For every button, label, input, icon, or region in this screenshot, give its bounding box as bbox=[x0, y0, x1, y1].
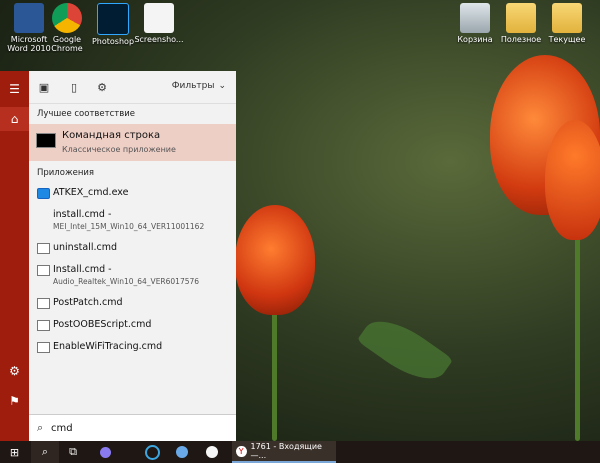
apps-heading: Приложения bbox=[37, 168, 95, 178]
taskbar-search-button[interactable]: ⌕ bbox=[31, 441, 59, 463]
recycle-bin-icon bbox=[460, 3, 490, 33]
best-match-title: Командная строка bbox=[62, 130, 161, 141]
search-box: ⌕ bbox=[29, 414, 236, 442]
list-item[interactable]: PostPatch.cmd bbox=[37, 297, 233, 315]
list-item[interactable]: Install.cmd - Audio_Realtek_Win10_64_VER… bbox=[37, 264, 233, 290]
script-file-icon bbox=[37, 320, 50, 331]
chrome-icon bbox=[52, 3, 82, 33]
tulip-stem bbox=[272, 300, 277, 441]
list-item[interactable]: PostOOBEScript.cmd bbox=[37, 319, 233, 337]
taskbar-app-button[interactable] bbox=[200, 441, 224, 463]
app-icon bbox=[144, 444, 160, 460]
search-results-panel: ▣ ▯ ⚙ Фильтры ⌄ Лучшее соответствие Кома… bbox=[29, 71, 236, 442]
taskbar-mail-window[interactable]: Y 1761 - Входящие —... bbox=[232, 441, 336, 463]
best-match-subtitle: Классическое приложение bbox=[62, 145, 176, 154]
tulip-flower bbox=[235, 205, 315, 315]
filters-dropdown[interactable]: Фильтры ⌄ bbox=[172, 81, 226, 91]
folder-icon bbox=[506, 3, 536, 33]
tulip-leaf bbox=[356, 307, 454, 393]
script-file-icon bbox=[37, 243, 50, 254]
document-icon: ▯ bbox=[70, 80, 78, 94]
gear-icon: ⚙ bbox=[97, 80, 107, 94]
list-item[interactable]: ATKEX_cmd.exe bbox=[37, 187, 233, 205]
apps-filter-button[interactable]: ▣ bbox=[37, 80, 51, 94]
cortana-button[interactable] bbox=[92, 441, 118, 463]
script-file-icon bbox=[37, 265, 50, 276]
list-item[interactable]: EnableWiFiTracing.cmd bbox=[37, 341, 233, 359]
best-match-item[interactable]: Командная строка Классическое приложение bbox=[29, 124, 236, 161]
hamburger-icon: ☰ bbox=[9, 82, 20, 96]
list-item[interactable]: install.cmd - MEI_Intel_15M_Win10_64_VER… bbox=[37, 209, 233, 235]
taskbar-app-button[interactable] bbox=[170, 441, 194, 463]
search-input[interactable] bbox=[51, 420, 221, 436]
search-toolbar: ▣ ▯ ⚙ Фильтры ⌄ bbox=[29, 71, 236, 104]
settings-button[interactable]: ⚙ bbox=[0, 359, 29, 383]
screenshot-file-icon bbox=[144, 3, 174, 33]
microphone-icon bbox=[99, 446, 111, 458]
search-icon: ⌕ bbox=[41, 445, 49, 458]
task-view-icon: ⧉ bbox=[69, 445, 77, 458]
home-icon: ⌂ bbox=[10, 112, 19, 126]
exe-file-icon bbox=[37, 188, 50, 199]
home-button[interactable]: ⌂ bbox=[0, 107, 29, 131]
desktop-icon-screenshot[interactable]: Screensho... bbox=[130, 3, 188, 44]
gear-icon: ⚙ bbox=[9, 364, 20, 378]
start-menu-rail: ☰ ⌂ ⚙ ⚑ bbox=[0, 71, 29, 441]
chevron-down-icon: ⌄ bbox=[218, 81, 226, 91]
list-item[interactable]: uninstall.cmd bbox=[37, 242, 233, 260]
folder-icon bbox=[552, 3, 582, 33]
windows-logo-icon: ⊞ bbox=[9, 445, 20, 459]
filters-label: Фильтры bbox=[171, 81, 215, 91]
desktop-icon-current-folder[interactable]: Текущее bbox=[538, 3, 596, 44]
taskbar-window-title: 1761 - Входящие —... bbox=[250, 442, 322, 460]
best-match-heading: Лучшее соответствие bbox=[37, 109, 135, 119]
search-icon: ⌕ bbox=[37, 421, 44, 434]
documents-filter-button[interactable]: ▯ bbox=[67, 80, 81, 94]
hamburger-menu-button[interactable]: ☰ bbox=[0, 77, 29, 101]
taskbar: ⊞ ⌕ ⧉ Y 1761 - Входящие —... bbox=[0, 441, 600, 463]
globe-icon bbox=[176, 446, 188, 458]
command-prompt-icon bbox=[36, 133, 56, 148]
task-view-button[interactable]: ⧉ bbox=[60, 441, 86, 463]
photoshop-icon bbox=[97, 3, 129, 35]
window-icon: ▣ bbox=[38, 80, 50, 94]
taskbar-app-button[interactable] bbox=[140, 441, 164, 463]
script-file-icon bbox=[37, 298, 50, 309]
start-button[interactable]: ⊞ bbox=[0, 441, 29, 463]
yandex-browser-icon: Y bbox=[236, 445, 247, 457]
settings-filter-button[interactable]: ⚙ bbox=[95, 80, 109, 94]
tulip-flower bbox=[545, 120, 600, 240]
script-file-icon bbox=[37, 342, 50, 353]
feedback-button[interactable]: ⚑ bbox=[0, 389, 29, 413]
browser-icon bbox=[206, 446, 218, 458]
feedback-icon: ⚑ bbox=[9, 394, 20, 408]
